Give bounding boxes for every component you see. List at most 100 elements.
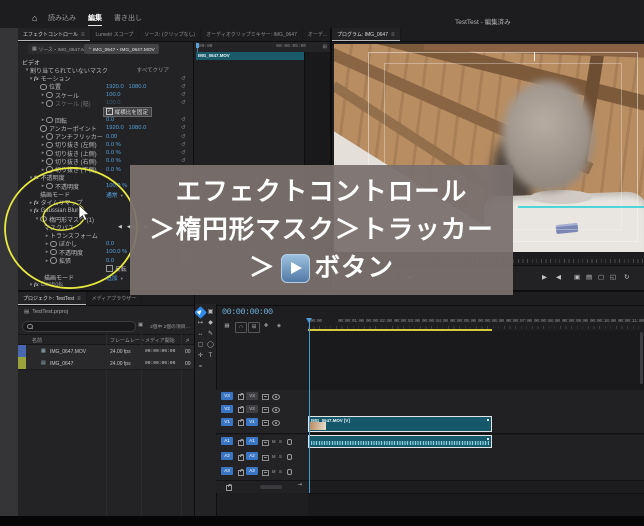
playhead-line[interactable] [309, 318, 310, 493]
property-value[interactable]: 追加▾ [106, 273, 123, 282]
label-color-chip[interactable] [18, 345, 26, 357]
add-marker-icon[interactable]: ✚ [261, 322, 271, 331]
ec-row-位置[interactable]: 位置1920.0 1080.0↺ [18, 83, 193, 91]
property-value[interactable]: 1920.0 1080.0 [106, 84, 146, 90]
comparison-view-icon[interactable]: ◱ [610, 273, 616, 281]
lock-icon[interactable] [238, 407, 244, 413]
sync-lock-icon[interactable] [262, 420, 269, 427]
solo-button[interactable]: S [279, 469, 282, 474]
toggle-track-output-icon[interactable] [272, 420, 280, 426]
reset-parameter-icon[interactable]: ↺ [181, 158, 186, 164]
property-value[interactable]: 1920.0 1080.0 [106, 125, 146, 131]
menu-item-読み込み[interactable]: 読み込み [48, 13, 76, 26]
step-icon[interactable]: ◀ [556, 273, 561, 281]
reset-parameter-icon[interactable]: ↺ [181, 92, 186, 98]
stopwatch-icon[interactable] [46, 142, 53, 149]
track-chip-V1[interactable]: V1 [246, 418, 258, 426]
mute-button[interactable]: M [272, 439, 276, 444]
lock-icon[interactable] [238, 420, 244, 426]
menu-item-編集[interactable]: 編集 [88, 13, 102, 26]
tool-8[interactable]: ✛ [196, 352, 205, 361]
property-value[interactable]: 通常▾ [106, 190, 123, 199]
video-lane-V3[interactable] [308, 390, 644, 404]
property-value[interactable]: 100.0 [106, 100, 121, 106]
snap-magnet-icon[interactable]: ∩ [235, 322, 247, 333]
property-value[interactable]: 0.0 [106, 117, 114, 123]
stopwatch-icon[interactable] [46, 92, 53, 99]
keyframe-area-toggle-icon[interactable]: ⊞ [323, 44, 327, 50]
stopwatch-icon[interactable] [46, 166, 53, 173]
column-header-3[interactable]: メ [185, 337, 190, 344]
voiceover-mic-icon[interactable] [287, 439, 292, 445]
folder-icon[interactable]: ▣ [138, 322, 143, 328]
track-chip-A1[interactable]: A1 [246, 437, 258, 445]
tool-7[interactable]: ◯ [206, 341, 215, 350]
fx-badge-icon[interactable]: fx [34, 282, 39, 288]
voiceover-mic-icon[interactable] [287, 454, 292, 460]
stopwatch-icon[interactable] [46, 150, 53, 157]
project-item-IMG_0647[interactable]: ▤IMG_064724.00 fps00:00:00:0000 [18, 357, 194, 370]
fit-timeline-icon[interactable]: ⇥ [297, 482, 302, 488]
property-value[interactable]: 0.0 % [106, 142, 121, 148]
play-icon[interactable]: ▶ [542, 273, 547, 281]
clip-audio[interactable] [308, 435, 492, 448]
checkbox-unchecked[interactable] [106, 265, 113, 272]
property-value[interactable]: 100.0 % [106, 249, 127, 255]
solo-button[interactable]: S [279, 439, 282, 444]
clear-all-link[interactable]: すべてクリア [137, 66, 169, 74]
tool-9[interactable]: T [206, 352, 215, 361]
timeline-scrollbar[interactable] [640, 332, 643, 384]
stopwatch-icon[interactable] [46, 100, 53, 107]
reset-parameter-icon[interactable]: ↺ [181, 150, 186, 156]
tab-ec-4[interactable]: オーデ...≡ [303, 28, 330, 41]
sync-lock-icon[interactable] [262, 440, 269, 447]
sync-lock-icon[interactable] [262, 455, 269, 462]
stopwatch-icon[interactable] [50, 241, 57, 248]
ec-row-アンチフリッカー[interactable]: ▸アンチフリッカー0.00↺ [18, 132, 193, 140]
stopwatch-icon[interactable] [46, 183, 53, 190]
timeline-timecode[interactable]: 00:00:00:00 [222, 307, 273, 317]
fx-badge-icon[interactable]: fx [34, 208, 39, 214]
reset-parameter-icon[interactable]: ↺ [181, 84, 186, 90]
project-file-row[interactable]: ▤ TestTest.prproj [24, 309, 68, 315]
home-icon[interactable]: ⌂ [32, 13, 37, 23]
tool-5[interactable]: ✎ [206, 330, 215, 339]
fx-badge-icon[interactable]: fx [34, 200, 39, 206]
tool-10[interactable]: ≈ [196, 363, 205, 372]
property-value[interactable]: 0.0 % [106, 167, 121, 173]
track-chip-V1[interactable]: V1 [221, 418, 233, 426]
ec-row-切り抜き (上側)[interactable]: ▸切り抜き (上側)0.0 %↺ [18, 149, 193, 157]
extract-icon[interactable]: ▤ [586, 273, 592, 281]
property-value[interactable]: 100.0 % [106, 183, 127, 189]
ec-row-スケール[interactable]: ▸スケール100.0↺ [18, 91, 193, 99]
track-header-V3[interactable]: V3V3 [216, 390, 308, 404]
export-frame-icon[interactable]: ▢ [598, 273, 604, 281]
property-value[interactable]: 0.0 % [106, 158, 121, 164]
tab-ec-3[interactable]: オーディオクリップミキサー: IMG_0647 [201, 28, 303, 41]
clip-video[interactable]: IMG_0647.MOV [V] [308, 416, 492, 432]
property-value[interactable]: 0.0 [106, 241, 114, 247]
tool-6[interactable]: ▢ [196, 341, 205, 350]
lock-icon[interactable] [238, 470, 244, 476]
track-chip-V3[interactable]: V3 [221, 392, 233, 400]
ec-row-切り抜き (左側)[interactable]: ▸切り抜き (左側)0.0 %↺ [18, 141, 193, 149]
video-lane-V2[interactable] [308, 403, 644, 417]
panel-menu-icon[interactable]: ≡ [81, 32, 85, 38]
label-color-chip[interactable] [18, 357, 26, 369]
tab-project-0[interactable]: プロジェクト: TestTest≡ [18, 292, 87, 305]
stopwatch-icon[interactable] [50, 257, 57, 264]
fx-badge-icon[interactable]: fx [34, 76, 39, 82]
track-chip-A1[interactable]: A1 [221, 437, 233, 445]
track-chip-A3[interactable]: A3 [246, 467, 258, 475]
stopwatch-icon[interactable] [46, 158, 53, 165]
solo-button[interactable]: S [279, 454, 282, 459]
tool-3[interactable]: ◆ [206, 319, 215, 328]
reset-parameter-icon[interactable]: ↺ [181, 117, 186, 123]
track-header-A1[interactable]: A1 A1 MS [216, 435, 308, 451]
reset-parameter-icon[interactable]: ↺ [181, 125, 186, 131]
tab-ec-0[interactable]: エフェクトコントロール≡ [18, 28, 91, 41]
stopwatch-icon[interactable] [50, 249, 57, 256]
stopwatch-icon[interactable] [40, 84, 47, 91]
track-header-A2[interactable]: A2A2MS [216, 450, 308, 466]
mute-button[interactable]: M [272, 454, 276, 459]
